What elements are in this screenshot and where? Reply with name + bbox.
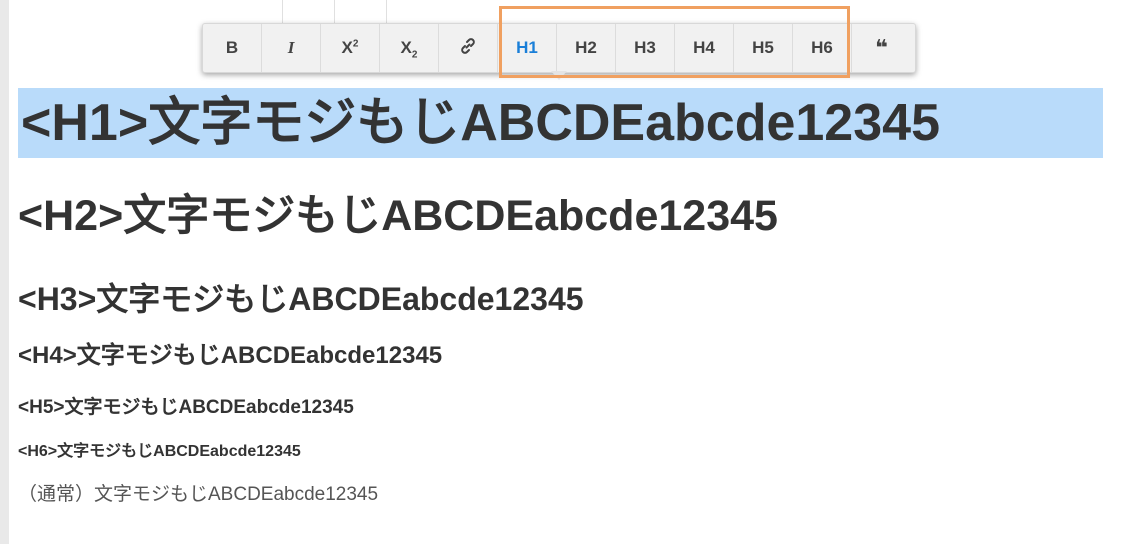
editor-content[interactable]: <H1>文字モジもじABCDEabcde12345 <H2>文字モジもじABCD…: [18, 0, 1118, 544]
heading-5[interactable]: <H5>文字モジもじABCDEabcde12345: [18, 396, 354, 420]
quote-icon: ❝: [875, 35, 888, 60]
heading-2[interactable]: <H2>文字モジもじABCDEabcde12345: [18, 188, 778, 244]
superscript-button[interactable]: X2: [321, 24, 380, 72]
bold-icon: B: [225, 38, 239, 57]
heading-4[interactable]: <H4>文字モジもじABCDEabcde12345: [18, 341, 442, 371]
italic-icon: I: [287, 38, 295, 57]
subscript-button[interactable]: X2: [380, 24, 439, 72]
subscript-icon: X2: [400, 38, 418, 61]
heading-6[interactable]: <H6>文字モジもじABCDEabcde12345: [18, 442, 301, 462]
blockquote-button[interactable]: ❝: [852, 24, 911, 72]
toolbar-pointer: [551, 71, 567, 80]
heading-1-selected[interactable]: <H1>文字モジもじABCDEabcde12345: [18, 88, 1103, 158]
link-button[interactable]: [439, 24, 498, 72]
heading-1-button[interactable]: H1: [498, 24, 557, 72]
link-icon: [459, 37, 477, 60]
italic-button[interactable]: I: [262, 24, 321, 72]
heading-5-button[interactable]: H5: [734, 24, 793, 72]
formatting-toolbar: B I X2 X2 H1 H2 H3 H4 H5 H6 ❝: [202, 23, 916, 73]
superscript-icon: X2: [341, 38, 359, 57]
heading-3-button[interactable]: H3: [616, 24, 675, 72]
heading-3[interactable]: <H3>文字モジもじABCDEabcde12345: [18, 279, 584, 319]
heading-4-button[interactable]: H4: [675, 24, 734, 72]
left-margin: [0, 0, 9, 544]
heading-2-button[interactable]: H2: [557, 24, 616, 72]
heading-6-button[interactable]: H6: [793, 24, 852, 72]
paragraph-normal[interactable]: （通常）文字モジもじABCDEabcde12345: [18, 483, 378, 507]
bold-button[interactable]: B: [203, 24, 262, 72]
